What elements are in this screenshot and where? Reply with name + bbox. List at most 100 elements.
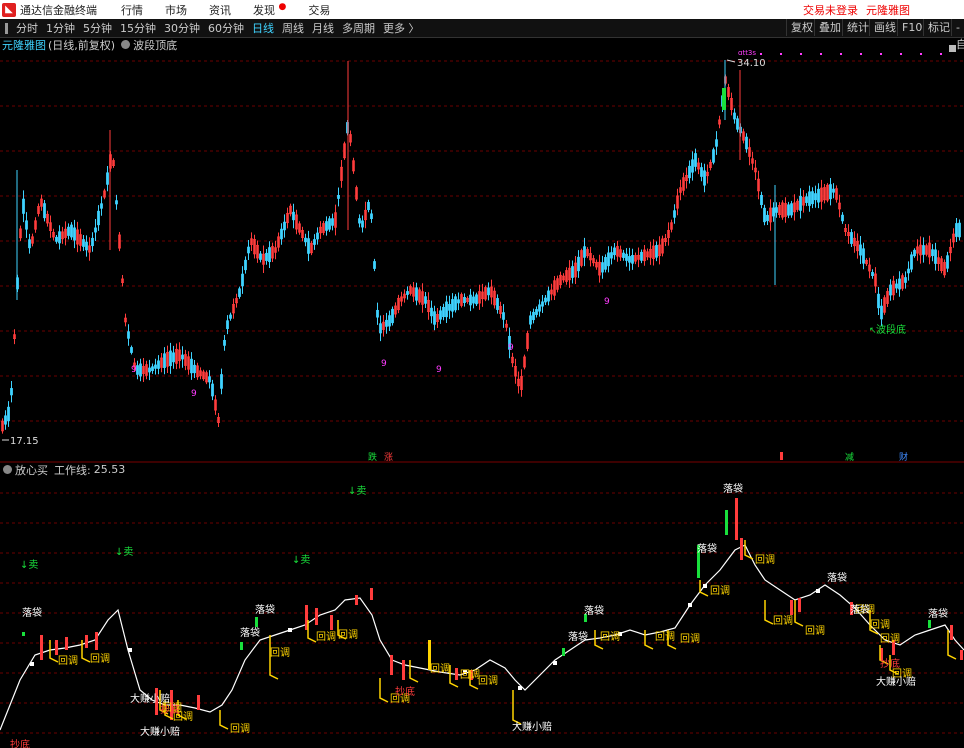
candle-body: [625, 253, 628, 261]
candle-body: [463, 297, 466, 303]
pullback-label: 回调: [430, 663, 450, 675]
candle-body: [451, 299, 454, 312]
signal-bar: [255, 617, 258, 627]
pullback-label: 回调: [338, 629, 358, 641]
candle-body: [766, 214, 769, 222]
candle-body: [922, 245, 925, 255]
candle-body: [880, 305, 883, 320]
bigwin-label: 大赚小赔: [876, 675, 916, 688]
candle-body: [544, 297, 547, 303]
candle-body: [25, 220, 28, 230]
signal-bar: [562, 648, 565, 656]
candle-body: [130, 347, 133, 353]
candle-body: [82, 239, 85, 247]
candle-body: [325, 221, 328, 231]
candle-body: [733, 112, 736, 120]
top-signal-dot: [780, 53, 782, 55]
signal-bar: [725, 510, 728, 535]
work-line-node: [553, 661, 557, 665]
candle-body: [361, 220, 364, 228]
signal-bar: [390, 655, 393, 675]
candle-body: [454, 296, 457, 311]
circle-toggle-icon[interactable]: [3, 465, 12, 474]
work-line-node: [30, 662, 34, 666]
low-price-label: 17.15: [10, 436, 39, 447]
candle-body: [655, 245, 658, 258]
candle-body: [358, 218, 361, 224]
event-marker-small: [780, 452, 783, 460]
sell-signal-label: ↓卖: [20, 559, 38, 571]
candle-body: [337, 195, 340, 199]
kline-chart[interactable]: 34.1017.15ɑtt3s999999波段底↖跌涨减财回调 回调回调回调回调回…: [0, 0, 964, 748]
candle-body: [577, 256, 580, 272]
candle-body: [439, 310, 442, 320]
work-line-value: 25.53: [93, 463, 126, 476]
candle-body: [307, 238, 310, 254]
top-signal-marks: ɑtt3s: [738, 49, 756, 57]
candle-body: [790, 203, 793, 216]
candle-body: [136, 365, 139, 375]
pocket-label: 落袋: [697, 542, 717, 555]
pullback-bracket: [512, 690, 522, 725]
candle-body: [28, 239, 31, 249]
candle-body: [151, 366, 154, 371]
candle-body: [799, 195, 802, 211]
candle-body: [58, 231, 61, 244]
pullback-label: 回调: [316, 631, 336, 643]
candle-body: [91, 237, 94, 247]
pullback-label: 回调: [230, 723, 250, 735]
candle-body: [172, 352, 175, 363]
candle-body: [106, 172, 109, 185]
event-marker-down: 跌: [368, 452, 377, 463]
candle-body: [94, 227, 97, 233]
candle-body: [529, 315, 532, 325]
candle-body: [613, 247, 616, 256]
candle-body: [283, 221, 286, 231]
candle-body: [442, 306, 445, 318]
candle-body: [4, 415, 7, 425]
candle-body: [736, 118, 739, 130]
signal-bar: [240, 642, 243, 650]
candle-body: [547, 290, 550, 302]
bigwin-label: 大赚小赔: [512, 720, 552, 733]
candle-body: [787, 204, 790, 216]
candle-body: [691, 159, 694, 173]
candle-body: [241, 273, 244, 287]
candle-body: [805, 196, 808, 203]
candle-body: [535, 309, 538, 315]
td-nine-marker: 9: [381, 359, 387, 369]
pullback-bracket: [219, 710, 229, 730]
candle-body: [829, 184, 832, 200]
candle-body: [280, 228, 283, 240]
candle-body: [673, 210, 676, 218]
candle-body: [223, 339, 226, 346]
candle-body: [139, 363, 142, 377]
pullback-label: 回调: [870, 619, 890, 631]
candle-body: [931, 249, 934, 257]
pullback-label: 回调: [880, 633, 900, 645]
candle-body: [832, 188, 835, 193]
candle-body: [538, 304, 541, 312]
candle-body: [157, 360, 160, 369]
candle-body: [712, 149, 715, 163]
pocket-label: 落袋: [584, 604, 604, 617]
td-nine-marker: 9: [436, 365, 442, 375]
candle-body: [433, 311, 436, 325]
candle-body: [628, 256, 631, 263]
pullback-label: 回调: [478, 675, 498, 687]
signal-bar: [55, 640, 58, 655]
candle-body: [496, 298, 499, 310]
candle-body: [211, 383, 214, 397]
top-signal-dot: [860, 53, 862, 55]
bigwin-label: 大赚小赔: [140, 725, 180, 738]
work-line-node: [128, 648, 132, 652]
pullback-label: 回调: [805, 625, 825, 637]
pocket-label: 落袋: [22, 606, 42, 619]
event-marker-reduce: 减: [845, 451, 854, 463]
candle-body: [934, 249, 937, 264]
candle-body: [859, 244, 862, 256]
sub-indicator-name[interactable]: 放心买: [15, 462, 48, 478]
candle-body: [148, 367, 151, 373]
signal-bar: [65, 637, 68, 650]
sell-signal-label: ↓卖: [348, 485, 366, 497]
